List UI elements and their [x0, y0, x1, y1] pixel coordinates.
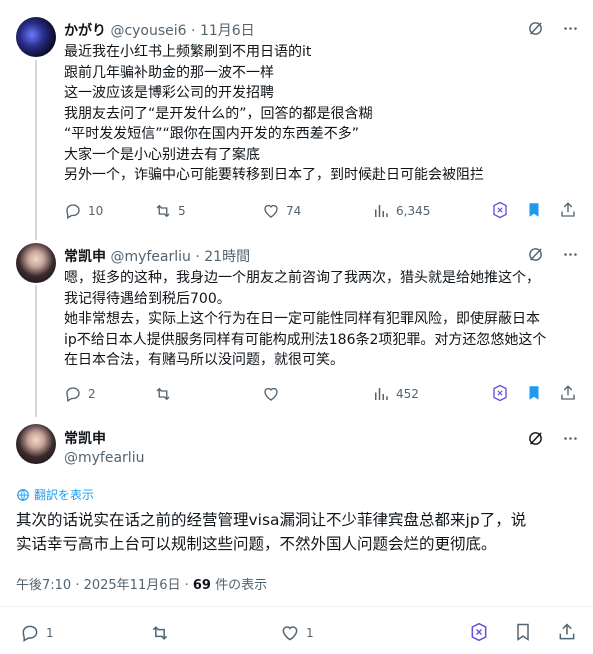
- view-count: 6,345: [396, 204, 431, 218]
- post-line: 跟前几年骗补助金的那一波不一样: [64, 64, 274, 81]
- reply-count: 1: [46, 626, 54, 640]
- post-line: “平时发发短信”“跟你在国内开发的东西差不多”: [64, 126, 360, 142]
- main-post-actions: 1 1: [20, 622, 577, 644]
- grok-analyze-icon[interactable]: [491, 201, 509, 222]
- post-header-icons: [527, 246, 579, 267]
- repost-icon: [152, 626, 168, 640]
- post-actions-right: [469, 622, 577, 645]
- bookmark-icon[interactable]: [513, 622, 533, 645]
- reply-button[interactable]: 10: [64, 202, 154, 220]
- author-handle[interactable]: @myfearliu: [64, 450, 144, 466]
- post-actions-right: [491, 201, 577, 222]
- share-icon[interactable]: [559, 201, 577, 222]
- post-line: 我朋友去问了“是开发什么的”，回答的都是很含糊: [64, 105, 373, 122]
- post-line: 其次的话说实在话之前的经营管理visa漏洞让不少菲律宾盘总都来jp了，说: [16, 511, 527, 529]
- translate-label: 翻訳を表示: [34, 488, 95, 502]
- reply-button[interactable]: 2: [64, 385, 154, 403]
- author-handle[interactable]: @cyousei6: [110, 23, 186, 39]
- repost-button[interactable]: [150, 623, 280, 643]
- post-line: 最近我在小红书上频繁刷到不用日语的it: [64, 44, 312, 60]
- translate-icon: [17, 488, 29, 501]
- post-timestamp: 午後7:10 · 2025年11月6日 · 69 件の表示: [16, 574, 267, 593]
- avatar[interactable]: [16, 243, 56, 283]
- post-actions-right: [491, 384, 577, 405]
- post-line: 她非常想去，实际上这个行为在日一定可能性同样有犯罪风险，即使屏蔽日本: [64, 311, 540, 327]
- post-line: 大家一个是小心别进去有了案底: [64, 146, 260, 163]
- grok-analyze-icon[interactable]: [469, 622, 489, 645]
- like-button[interactable]: [262, 385, 372, 403]
- author-name[interactable]: 常凯申: [64, 428, 106, 448]
- bookmark-icon[interactable]: [525, 384, 543, 405]
- translate-link[interactable]: 翻訳を表示: [16, 486, 94, 503]
- more-icon[interactable]: [562, 246, 579, 267]
- grok-icon[interactable]: [527, 430, 544, 451]
- post-line: 嗯，挺多的这种，我身边一个朋友之前咨询了我两次，猎头就是给她推这个，: [64, 270, 540, 286]
- like-icon: [282, 626, 298, 641]
- grok-icon[interactable]: [527, 20, 544, 41]
- repost-icon: [156, 387, 170, 401]
- like-count: 74: [286, 204, 302, 218]
- share-icon[interactable]: [559, 384, 577, 405]
- views-label: 件の表示: [210, 578, 268, 593]
- post-line: 另外一个，诈骗中心可能要转移到日本了，到时候赴日可能会被阻拦: [64, 167, 484, 183]
- avatar[interactable]: [16, 424, 56, 464]
- author-name[interactable]: かがり: [64, 23, 106, 39]
- avatar[interactable]: [16, 17, 56, 57]
- separator: ·: [191, 23, 196, 39]
- repost-icon: [156, 204, 170, 218]
- like-button[interactable]: 1: [280, 623, 410, 643]
- thread-line: [35, 60, 37, 240]
- reply-icon: [22, 625, 38, 642]
- post-line: 实话幸亏高市上台可以规制这些问题，不然外国人问题会烂的更彻底。: [16, 535, 497, 553]
- thread-line: [35, 285, 37, 417]
- like-count: 1: [306, 626, 314, 640]
- views-button[interactable]: 6,345: [372, 202, 490, 220]
- post-header: 常凯申 @myfearliu · 21時間: [64, 246, 250, 266]
- like-button[interactable]: 74: [262, 202, 372, 220]
- post-text: 嗯，挺多的这种，我身边一个朋友之前咨询了我两次，猎头就是给她推这个， 我记得待遇…: [64, 268, 577, 371]
- post-date[interactable]: 21時間: [204, 249, 250, 265]
- like-icon: [264, 204, 278, 218]
- like-icon: [264, 387, 278, 401]
- post-actions: 10 5 74 6,345: [64, 200, 577, 222]
- main-post-text: 其次的话说实在话之前的经营管理visa漏洞让不少菲律宾盘总都来jp了，说 实话幸…: [16, 508, 577, 556]
- grok-icon[interactable]: [527, 246, 544, 267]
- views-icon: [375, 388, 388, 400]
- reply-icon: [66, 387, 80, 402]
- author-name[interactable]: 常凯申: [64, 249, 106, 265]
- view-count: 452: [396, 387, 419, 401]
- grok-analyze-icon[interactable]: [491, 384, 509, 405]
- post-date[interactable]: 11月6日: [200, 23, 255, 39]
- post-header-icons: [527, 430, 579, 451]
- post-header-icons: [527, 20, 579, 41]
- share-icon[interactable]: [557, 622, 577, 645]
- bookmark-icon[interactable]: [525, 201, 543, 222]
- views-icon: [375, 205, 388, 217]
- reply-count: 2: [88, 387, 96, 401]
- reply-count: 10: [88, 204, 104, 218]
- reply-button[interactable]: 1: [20, 623, 150, 643]
- reply-icon: [66, 204, 80, 219]
- post-line: 在日本合法，有赌马所以没问题，就很可笑。: [64, 352, 344, 368]
- divider: [0, 606, 593, 607]
- repost-button[interactable]: 5: [154, 202, 262, 220]
- post-line: 我记得待遇给到税后700。: [64, 290, 231, 307]
- post-time[interactable]: 午後7:10 · 2025年11月6日 ·: [16, 578, 193, 593]
- post-text: 最近我在小红书上频繁刷到不用日语的it 跟前几年骗补助金的那一波不一样 这一波应…: [64, 42, 577, 186]
- views-button[interactable]: 452: [372, 385, 490, 403]
- separator: ·: [195, 249, 200, 265]
- post-line: 这一波应该是博彩公司的开发招聘: [64, 85, 274, 101]
- more-icon[interactable]: [562, 430, 579, 451]
- post-actions: 2 452: [64, 383, 577, 405]
- repost-button[interactable]: [154, 385, 262, 403]
- post-header: かがり @cyousei6 · 11月6日: [64, 20, 255, 40]
- author-handle[interactable]: @myfearliu: [110, 249, 190, 265]
- view-count: 69: [192, 578, 211, 593]
- more-icon[interactable]: [562, 20, 579, 41]
- repost-count: 5: [178, 204, 186, 218]
- post-line: ip不给日本人提供服务同样有可能构成刑法186条2项犯罪。对方还忽悠她这个: [64, 331, 547, 348]
